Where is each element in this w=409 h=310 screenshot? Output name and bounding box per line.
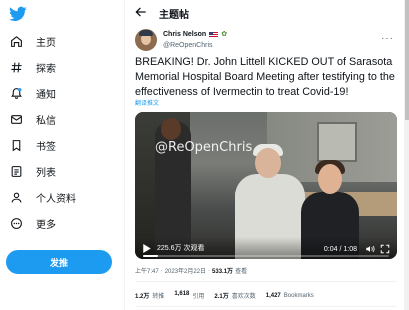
nav-label: 私信 (36, 115, 56, 127)
video-watermark: @ReOpenChris (155, 140, 253, 155)
main-column: 主题帖 Chris Nelson ✿ @ReOpenChris ··· BREA… (124, 0, 405, 310)
display-name-row[interactable]: Chris Nelson ✿ (163, 29, 227, 40)
stat-label: Bookmarks (283, 292, 314, 299)
nav-item-profile[interactable]: 个人资料 (9, 188, 76, 206)
stat-label: 引用 (192, 294, 205, 300)
tweet-view-count: 533.1万 (212, 269, 234, 275)
tweet-time[interactable]: 上午7:47 (135, 266, 159, 275)
nav-item-notifications[interactable]: 通知 (9, 84, 56, 102)
nav-label: 更多 (36, 219, 56, 231)
page-scrollbar[interactable] (405, 0, 409, 310)
top-bar: 主题帖 (125, 0, 404, 24)
video-view-count: 225.6万 次观看 (157, 245, 205, 252)
emoji-icon: ✿ (221, 31, 228, 38)
mail-icon (9, 112, 23, 126)
tweet-author: Chris Nelson ✿ @ReOpenChris (135, 29, 227, 51)
fullscreen-icon[interactable] (380, 244, 390, 254)
bell-icon (9, 86, 23, 100)
stat-quotes[interactable]: 1,618 引用 (174, 291, 204, 300)
more-circle-icon (9, 216, 23, 230)
nav-item-home[interactable]: 主页 (9, 32, 56, 50)
more-options-icon[interactable]: ··· (381, 33, 394, 44)
nav-item-lists[interactable]: 列表 (9, 162, 56, 180)
stat-number: 1.2万 (135, 294, 150, 300)
nav-item-more[interactable]: 更多 (9, 214, 56, 232)
tweet-text: BREAKING! Dr. John Littell KICKED OUT of… (135, 56, 395, 98)
video-controls: 225.6万 次观看 0:04 / 1:08 (135, 237, 397, 259)
translate-tweet-link[interactable]: 翻译推文 (135, 98, 159, 107)
play-icon[interactable] (143, 244, 151, 253)
stat-number: 1,618 (174, 291, 190, 297)
video-progress-fill (143, 255, 158, 257)
author-handle[interactable]: @ReOpenChris (163, 40, 227, 51)
tweet-stats: 1.2万 转推 1,618 引用 2.1万 喜欢次数 1,427 Bookmar… (135, 291, 314, 300)
volume-icon[interactable] (365, 244, 375, 254)
sidebar: 主页 探索 通知 私信 书签 列表 个人资料 更多 发推 (0, 0, 122, 310)
nav-label: 列表 (36, 167, 56, 179)
meta-separator: · (160, 267, 163, 274)
scrollbar-thumb[interactable] (405, 0, 409, 120)
avatar[interactable] (135, 29, 157, 51)
tweet-meta: 上午7:47 · 2023年2月22日 · 533.1万 查看 (135, 266, 248, 276)
nav-item-explore[interactable]: 探索 (9, 58, 56, 76)
divider (135, 306, 397, 307)
bookmark-icon (9, 138, 23, 152)
person-icon (9, 190, 23, 204)
stat-likes[interactable]: 2.1万 喜欢次数 (214, 291, 255, 300)
nav-label: 主页 (36, 37, 56, 49)
nav-item-bookmarks[interactable]: 书签 (9, 136, 56, 154)
stat-label: 喜欢次数 (231, 294, 256, 300)
home-icon (9, 34, 23, 48)
stat-retweets[interactable]: 1.2万 转推 (135, 291, 164, 300)
tweet-button[interactable]: 发推 (6, 250, 112, 274)
nav-item-messages[interactable]: 私信 (9, 110, 56, 128)
list-icon (9, 164, 23, 178)
display-name: Chris Nelson (163, 31, 207, 38)
stat-label: 转推 (152, 294, 165, 300)
arrow-left-icon[interactable] (134, 5, 148, 19)
twitter-bird-icon[interactable] (9, 5, 27, 23)
stat-number: 1,427 (265, 292, 281, 299)
video-player[interactable]: @ReOpenChris 225.6万 次观看 0:04 / 1:08 (135, 112, 397, 259)
meta-separator: · (208, 267, 211, 274)
divider (135, 281, 397, 282)
nav-label: 书签 (36, 141, 56, 153)
nav-label: 探索 (36, 63, 56, 75)
nav-label: 通知 (36, 89, 56, 101)
hashtag-icon (9, 60, 23, 74)
us-flag-icon (209, 31, 219, 38)
video-progress-bar[interactable] (143, 255, 389, 257)
video-time: 0:04 / 1:08 (323, 246, 357, 253)
nav-label: 个人资料 (36, 193, 76, 205)
tweet-date[interactable]: 2023年2月22日 (165, 266, 206, 275)
stat-bookmarks[interactable]: 1,427 Bookmarks (266, 293, 314, 299)
stat-number: 2.1万 (214, 294, 229, 300)
tweet-view-label: 查看 (235, 269, 248, 275)
author-names: Chris Nelson ✿ @ReOpenChris (163, 29, 227, 51)
page-title: 主题帖 (159, 10, 189, 21)
